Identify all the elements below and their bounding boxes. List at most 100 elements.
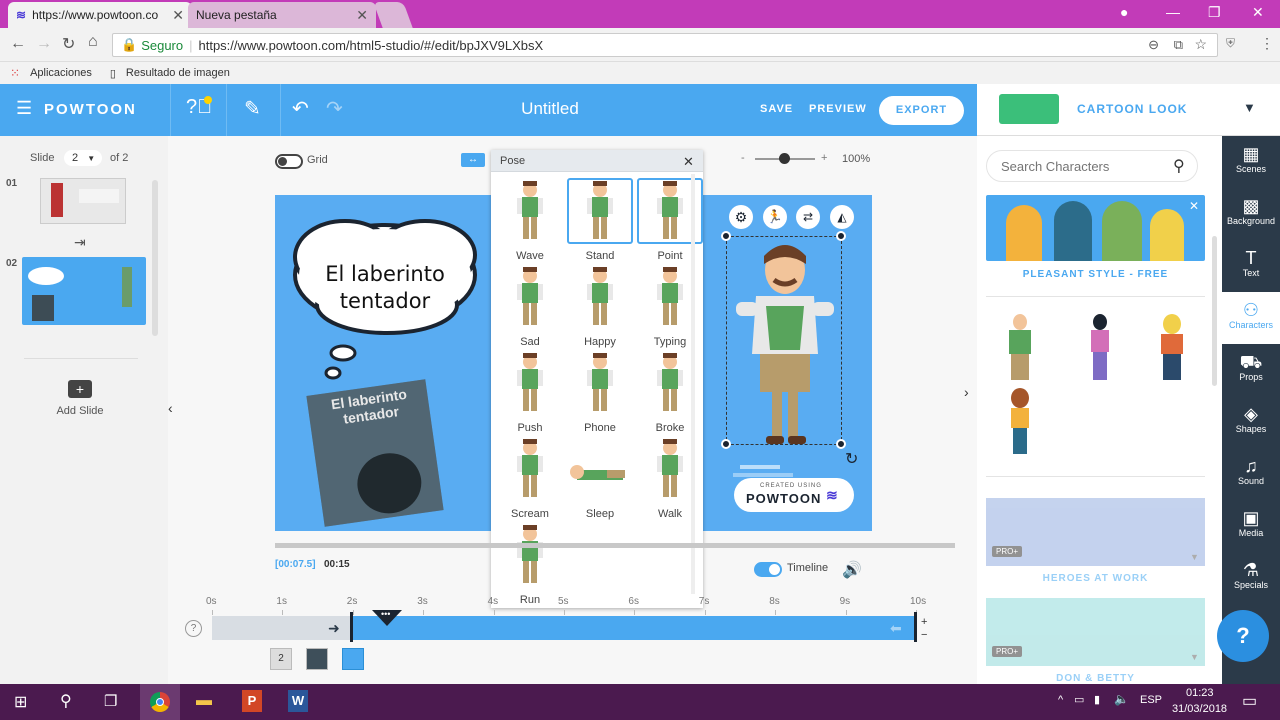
timeline-toggle[interactable] xyxy=(754,562,782,577)
character-thumb-girl[interactable] xyxy=(1005,388,1035,454)
timeline-help-icon[interactable]: ? xyxy=(185,620,202,637)
collapse-left-icon[interactable]: ‹ xyxy=(168,400,173,416)
tool-specials[interactable]: ⚗ Specials xyxy=(1222,552,1280,604)
chrome-menu-icon[interactable]: ⋮ xyxy=(1260,35,1274,52)
volume-icon[interactable]: 🔊 xyxy=(842,560,862,580)
profile-icon[interactable]: ● xyxy=(1120,4,1128,20)
search-input[interactable] xyxy=(1001,157,1161,175)
slide-select[interactable]: 2 ▼ xyxy=(64,150,102,166)
timeline-zoom-in-icon[interactable]: + xyxy=(921,616,927,628)
tool-sound[interactable]: ♫ Sound xyxy=(1222,448,1280,500)
tool-scenes[interactable]: ▦ Scenes xyxy=(1222,136,1280,188)
element-end-marker[interactable] xyxy=(914,612,917,642)
close-tab-icon[interactable]: ✕ xyxy=(356,7,368,24)
character-thumb-woman-purple[interactable] xyxy=(1085,314,1115,380)
add-slide-button[interactable]: Add Slide xyxy=(44,405,116,417)
tool-text[interactable]: T Text xyxy=(1222,240,1280,292)
collapse-right-icon[interactable]: › xyxy=(964,384,969,400)
zoom-in-icon[interactable]: + xyxy=(821,152,827,164)
task-view-icon[interactable]: ❐ xyxy=(104,692,117,710)
powtoon-logo[interactable]: POWTOON xyxy=(44,101,137,118)
tool-media[interactable]: ▣ Media xyxy=(1222,500,1280,552)
new-tab-button[interactable] xyxy=(373,2,413,28)
slide-thumbnail-2[interactable] xyxy=(22,257,146,325)
preview-button[interactable]: PREVIEW xyxy=(809,103,867,115)
language-indicator[interactable]: ESP xyxy=(1140,694,1162,706)
pose-run[interactable]: Run xyxy=(497,522,563,606)
home-icon[interactable]: ⌂ xyxy=(88,33,98,51)
transition-icon[interactable]: ⇥ xyxy=(74,234,86,251)
add-slide-icon[interactable]: + xyxy=(68,380,92,398)
tool-shapes[interactable]: ◈ Shapes xyxy=(1222,396,1280,448)
action-center-icon[interactable]: ▭ xyxy=(1242,691,1257,711)
pleasant-style-banner[interactable]: ✕ xyxy=(986,195,1205,261)
search-icon[interactable]: ⚲ xyxy=(60,691,72,711)
clock-time[interactable]: 01:23 xyxy=(1186,687,1214,699)
clock-date[interactable]: 31/03/2018 xyxy=(1172,703,1227,715)
tool-background[interactable]: ▩ Background xyxy=(1222,188,1280,240)
timeline-zoom-out-icon[interactable]: − xyxy=(921,629,927,641)
element-start-marker[interactable] xyxy=(350,612,353,642)
pose-push[interactable]: Push xyxy=(497,350,563,434)
slides-scrollbar[interactable] xyxy=(152,180,158,336)
speech-bubble-text[interactable]: El laberinto tentador xyxy=(305,261,465,315)
layer-count-badge[interactable]: 2 xyxy=(270,648,292,670)
save-button[interactable]: SAVE xyxy=(760,103,793,115)
search-icon[interactable]: ⚲ xyxy=(1173,156,1185,176)
playback-bar[interactable] xyxy=(275,543,955,548)
pose-sad[interactable]: Sad xyxy=(497,264,563,348)
tool-characters[interactable]: ⚇ Characters xyxy=(1222,292,1280,344)
settings-gear-icon[interactable]: ⚙ xyxy=(729,205,753,229)
bookmark-apps[interactable]: Aplicaciones xyxy=(30,67,92,79)
pose-icon[interactable]: 🏃 xyxy=(763,205,787,229)
chevron-down-icon[interactable]: ▼ xyxy=(1243,100,1256,115)
back-icon[interactable]: ← xyxy=(10,35,26,53)
export-button[interactable]: EXPORT xyxy=(879,96,964,125)
enter-arrow-icon[interactable]: ➜ xyxy=(328,620,340,637)
character-thumb-boy[interactable] xyxy=(1157,314,1187,380)
hamburger-menu-icon[interactable]: ☰ xyxy=(16,98,32,119)
pose-scrollbar[interactable] xyxy=(691,174,695,594)
close-banner-icon[interactable]: ✕ xyxy=(1189,199,1199,213)
tab-powtoon[interactable]: ≋ https://www.powtoon.co ✕ xyxy=(8,2,192,28)
zoom-slider[interactable] xyxy=(755,153,815,164)
flip-icon[interactable]: ◭ xyxy=(830,205,854,229)
bookmark-image-result[interactable]: Resultado de imagen xyxy=(126,67,230,79)
don-betty-pack[interactable]: PRO+ ▼ xyxy=(986,598,1205,666)
tool-props[interactable]: ⛟ Props xyxy=(1222,344,1280,396)
resize-handle[interactable] xyxy=(721,439,731,449)
timeline-track[interactable] xyxy=(352,616,916,640)
tray-arrow-icon[interactable]: ^ xyxy=(1058,694,1063,706)
close-icon[interactable]: ✕ xyxy=(683,154,694,170)
resize-width-icon[interactable]: ↔ xyxy=(461,153,485,167)
rotate-handle-icon[interactable]: ↻ xyxy=(845,449,858,469)
file-explorer-icon[interactable]: ▬ xyxy=(196,692,212,710)
tab-new[interactable]: Nueva pestaña ✕ xyxy=(188,2,376,28)
undo-icon[interactable]: ↶ xyxy=(292,96,309,121)
pose-phone[interactable]: Phone xyxy=(567,350,633,434)
reload-icon[interactable]: ↻ xyxy=(62,34,75,54)
pose-happy[interactable]: Happy xyxy=(567,264,633,348)
heroes-at-work-pack[interactable]: PRO+ ▼ xyxy=(986,498,1205,566)
layer-book-thumb[interactable] xyxy=(306,648,328,670)
word-icon[interactable]: W xyxy=(288,690,308,712)
extension-shield-icon[interactable]: ⛨ xyxy=(1226,36,1235,51)
zoom-out-icon[interactable]: - xyxy=(741,152,745,164)
swap-character-icon[interactable]: ⇄ xyxy=(796,205,820,229)
chrome-taskbar-icon[interactable] xyxy=(140,684,180,720)
close-window-icon[interactable]: ✕ xyxy=(1252,4,1264,21)
zoom-icon[interactable]: ⊖ xyxy=(1148,37,1159,53)
bookmark-star-icon[interactable]: ☆ xyxy=(1194,36,1207,53)
pose-stand[interactable]: Stand xyxy=(567,178,633,262)
resize-handle[interactable] xyxy=(836,439,846,449)
translate-icon[interactable]: ⧉ xyxy=(1174,37,1183,53)
windows-start-icon[interactable]: ⊞ xyxy=(14,692,27,712)
minimize-icon[interactable]: — xyxy=(1166,4,1180,20)
speaker-icon[interactable]: 🔈 xyxy=(1114,692,1129,706)
layer-character-thumb[interactable] xyxy=(342,648,364,670)
maximize-icon[interactable]: ❐ xyxy=(1208,4,1221,21)
pose-sleep[interactable]: Sleep xyxy=(567,436,633,520)
url-input[interactable]: 🔒 Seguro | https://www.powtoon.com/html5… xyxy=(112,33,1218,57)
slide-thumbnail-1[interactable] xyxy=(40,178,126,224)
notes-icon[interactable]: ✎ xyxy=(244,96,261,121)
